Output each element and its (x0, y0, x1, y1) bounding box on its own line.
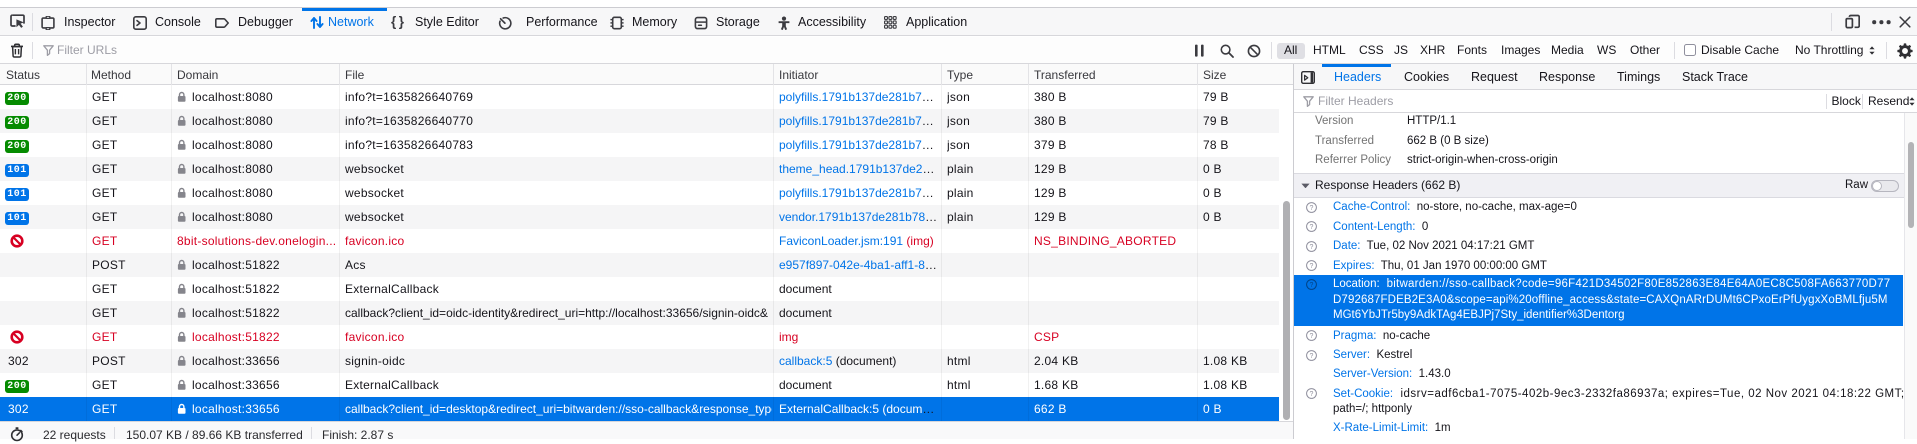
svg-text:?: ? (1310, 244, 1314, 251)
svg-text:?: ? (1310, 353, 1314, 360)
svg-text:?: ? (1310, 333, 1314, 340)
svg-text:?: ? (1310, 282, 1314, 289)
svg-text:?: ? (1310, 205, 1314, 212)
svg-text:?: ? (1310, 263, 1314, 270)
svg-text:?: ? (1310, 391, 1314, 398)
svg-text:?: ? (1310, 224, 1314, 231)
